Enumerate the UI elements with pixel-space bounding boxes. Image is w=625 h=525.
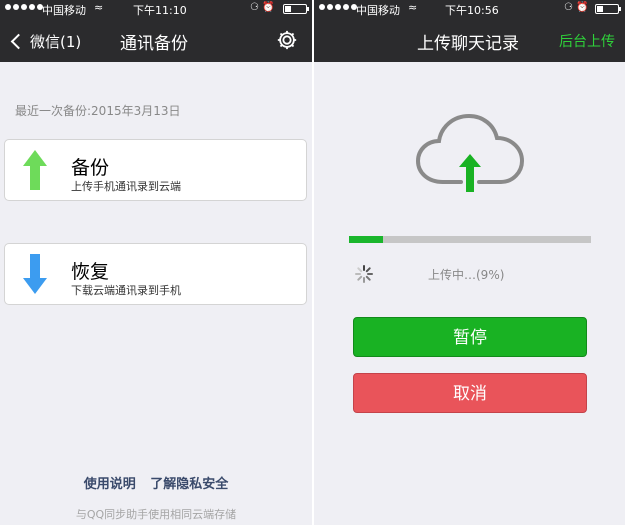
status-bar: 中国移动 ≈ 下午10:56 ⚆ ⏰ <box>314 0 625 18</box>
help-links: 使用说明 了解隐私安全 <box>0 473 312 492</box>
backup-button[interactable]: 备份 上传手机通讯录到云端 <box>4 139 307 201</box>
pause-button[interactable]: 暂停 <box>353 317 587 357</box>
down-arrow-icon <box>23 254 47 294</box>
loading-spinner-icon <box>355 265 373 283</box>
upload-status-text: 上传中…(9%) <box>428 268 505 282</box>
privacy-link[interactable]: 了解隐私安全 <box>150 477 228 492</box>
instructions-link[interactable]: 使用说明 <box>84 477 136 492</box>
page-title: 通讯备份 <box>120 34 188 54</box>
restore-title: 恢复 <box>71 261 110 283</box>
wifi-icon: ≈ <box>408 1 418 14</box>
page-title: 上传聊天记录 <box>417 34 519 54</box>
contacts-backup-screen: 中国移动 ≈ 下午11:10 ⚆ ⏰ 微信(1) 通讯备份 最近一次备份:201… <box>0 0 312 525</box>
restore-button[interactable]: 恢复 下载云端通讯录到手机 <box>4 243 307 305</box>
backup-title: 备份 <box>71 157 110 179</box>
status-time: 下午11:10 <box>133 4 187 17</box>
backup-subtitle: 上传手机通讯录到云端 <box>71 180 181 193</box>
lock-rotation-icon: ⚆ ⏰ <box>250 2 275 13</box>
upload-progress-fill <box>349 236 383 243</box>
up-arrow-icon <box>23 150 47 190</box>
restore-subtitle: 下载云端通讯录到手机 <box>71 284 181 297</box>
chat-upload-screen: 中国移动 ≈ 下午10:56 ⚆ ⏰ 上传聊天记录 后台上传 <box>314 0 625 525</box>
signal-icon <box>5 4 43 10</box>
nav-bar: 微信(1) 通讯备份 <box>0 18 312 62</box>
battery-icon <box>595 4 621 14</box>
cancel-button[interactable]: 取消 <box>353 373 587 413</box>
battery-icon <box>283 4 309 14</box>
footer-note: 与QQ同步助手使用相同云端存储 <box>75 508 237 521</box>
back-button[interactable]: 微信(1) <box>10 31 81 52</box>
back-label: 微信(1) <box>30 33 82 51</box>
last-backup-date: 最近一次备份:2015年3月13日 <box>15 104 181 118</box>
wifi-icon: ≈ <box>94 1 104 14</box>
nav-bar: 上传聊天记录 后台上传 <box>314 18 625 62</box>
gear-icon[interactable] <box>276 29 298 51</box>
upload-progress-bar <box>349 236 591 243</box>
chevron-left-icon <box>10 33 27 50</box>
background-upload-button[interactable]: 后台上传 <box>559 31 615 51</box>
carrier-name: 中国移动 <box>356 4 400 17</box>
signal-icon <box>319 4 357 10</box>
status-bar: 中国移动 ≈ 下午11:10 ⚆ ⏰ <box>0 0 312 18</box>
lock-rotation-icon: ⚆ ⏰ <box>564 2 589 13</box>
carrier-name: 中国移动 <box>42 4 86 17</box>
cloud-upload-icon <box>415 113 525 192</box>
status-time: 下午10:56 <box>445 4 499 17</box>
